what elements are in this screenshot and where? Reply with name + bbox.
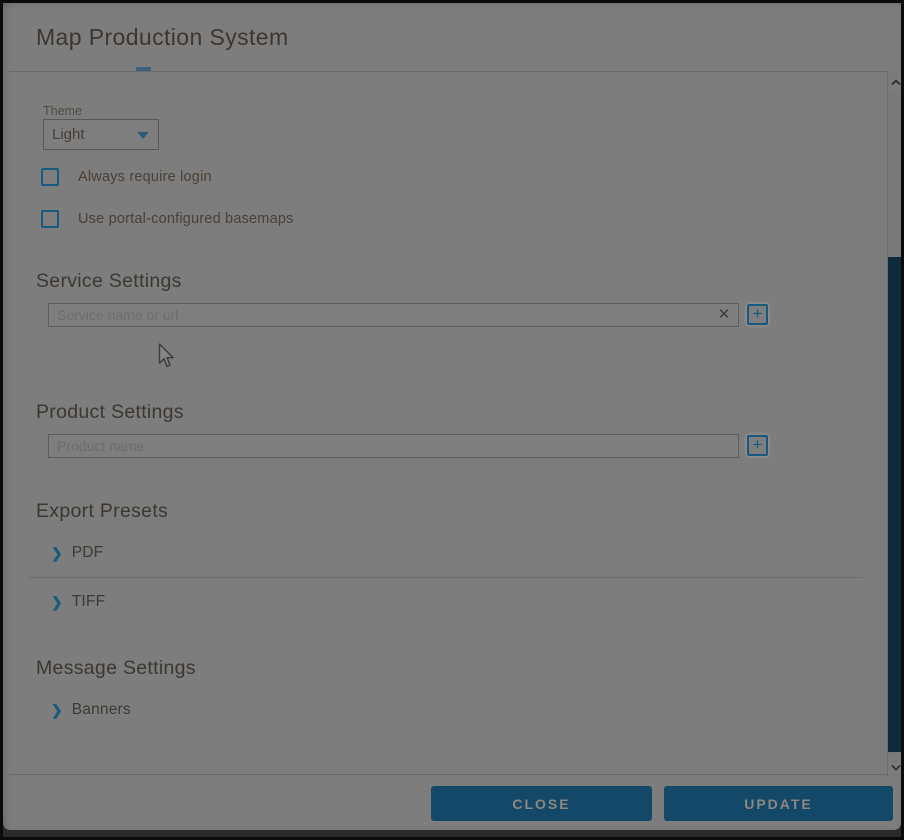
scroll-down-arrow-icon xyxy=(891,764,901,771)
scrollbar-thumb[interactable] xyxy=(888,257,904,752)
product-settings-heading: Product Settings xyxy=(36,401,184,424)
app-screen: Map Production System Theme Light Always… xyxy=(0,0,904,840)
settings-dialog: Map Production System Theme Light Always… xyxy=(3,2,901,830)
expander-tiff[interactable]: ❯ TIFF xyxy=(51,592,105,612)
portal-basemaps-checkbox[interactable] xyxy=(41,210,59,228)
always-require-login-checkbox[interactable] xyxy=(41,168,59,186)
plus-icon: + xyxy=(753,304,763,323)
scroll-up-button[interactable] xyxy=(888,72,904,92)
scroll-up-arrow-icon xyxy=(891,79,901,86)
service-name-input[interactable] xyxy=(48,303,739,327)
scroll-down-button[interactable] xyxy=(888,757,904,777)
message-settings-heading: Message Settings xyxy=(36,657,196,680)
expander-label: TIFF xyxy=(72,593,106,611)
dialog-title: Map Production System xyxy=(36,24,289,51)
expander-label: Banners xyxy=(72,701,131,719)
service-settings-heading: Service Settings xyxy=(36,270,182,293)
expander-label: PDF xyxy=(72,544,104,562)
clear-x-icon[interactable]: ✕ xyxy=(713,305,735,325)
vertical-scrollbar[interactable] xyxy=(887,72,903,777)
chevron-right-icon: ❯ xyxy=(51,700,63,720)
theme-dropdown[interactable]: Light xyxy=(43,119,159,150)
header-divider xyxy=(9,71,889,72)
checkbox-row-always-require-login: Always require login xyxy=(41,168,212,186)
product-name-input[interactable] xyxy=(48,434,739,458)
footer-divider xyxy=(9,774,898,775)
chevron-right-icon: ❯ xyxy=(51,592,63,612)
expander-banners[interactable]: ❯ Banners xyxy=(51,700,131,720)
plus-icon: + xyxy=(753,435,763,454)
expander-pdf[interactable]: ❯ PDF xyxy=(51,543,103,563)
add-service-button[interactable]: + xyxy=(747,304,768,325)
caret-down-icon xyxy=(137,132,149,139)
close-button[interactable]: CLOSE xyxy=(431,786,652,821)
checkbox-label: Use portal-configured basemaps xyxy=(78,211,294,227)
add-product-button[interactable]: + xyxy=(747,435,768,456)
chevron-right-icon: ❯ xyxy=(51,543,63,563)
export-presets-heading: Export Presets xyxy=(36,500,168,523)
theme-label: Theme xyxy=(43,104,82,118)
checkbox-label: Always require login xyxy=(78,169,212,185)
update-button[interactable]: UPDATE xyxy=(664,786,893,821)
theme-dropdown-value: Light xyxy=(52,120,85,149)
checkbox-row-portal-basemaps: Use portal-configured basemaps xyxy=(41,210,294,228)
preset-row-divider xyxy=(28,577,863,578)
